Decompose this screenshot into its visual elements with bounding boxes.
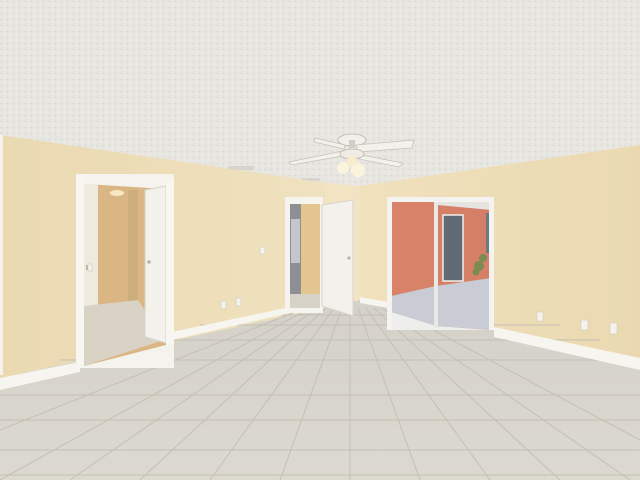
outlet xyxy=(220,300,227,310)
door-knob xyxy=(347,256,351,260)
patio-window xyxy=(442,214,464,282)
bathroom-side-wall xyxy=(128,190,138,310)
bathroom-wall-left xyxy=(84,184,98,306)
outlet xyxy=(580,319,589,331)
room-photo xyxy=(0,0,640,480)
outlet xyxy=(235,297,242,307)
light-switch xyxy=(87,263,93,272)
outlet xyxy=(536,311,544,322)
sliding-glass-door xyxy=(387,197,494,330)
outlet xyxy=(609,322,618,335)
bathroom-light-fixture xyxy=(110,190,124,196)
closet-doorway xyxy=(285,197,354,317)
light-switch xyxy=(259,246,266,255)
door-frame-divider xyxy=(434,200,438,328)
bathroom-door xyxy=(144,185,167,344)
door-knob xyxy=(147,260,151,264)
